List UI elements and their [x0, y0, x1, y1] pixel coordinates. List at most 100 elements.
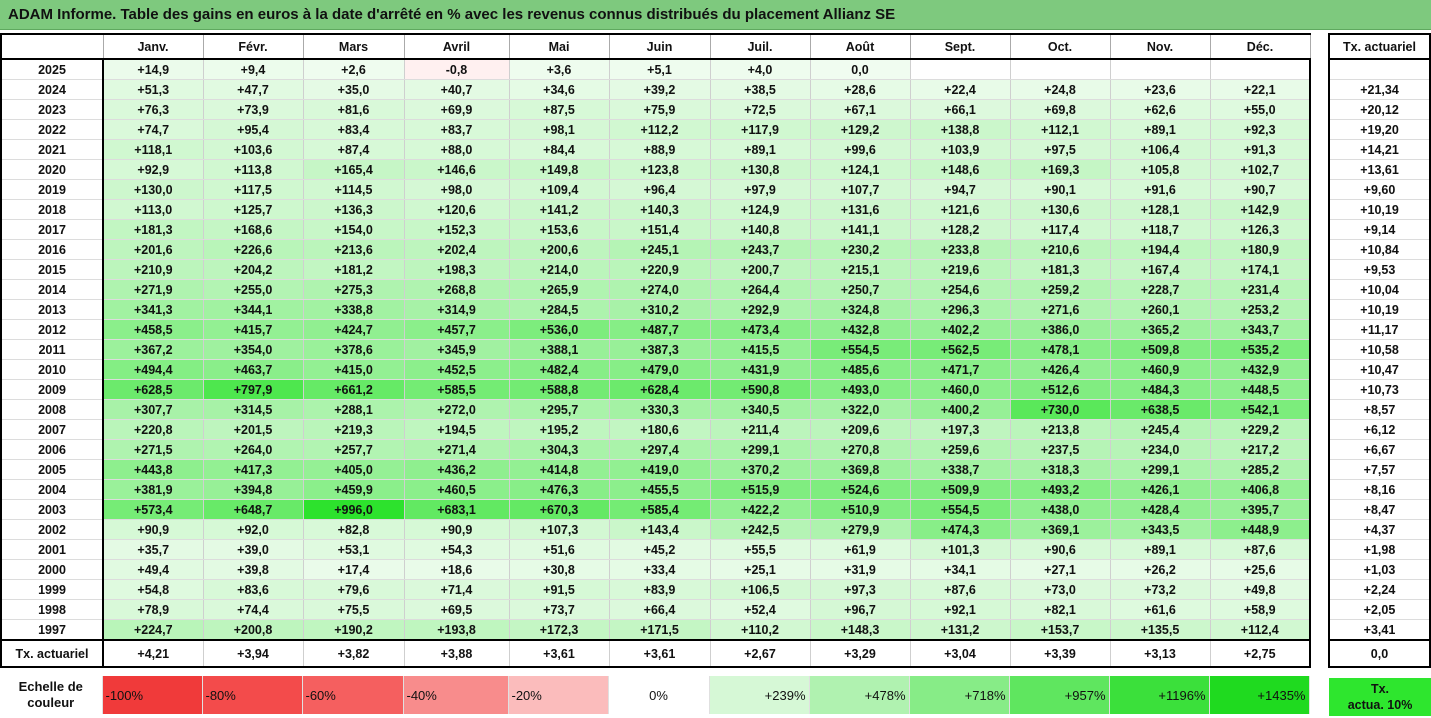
- color-scale-swatch: +957%: [1009, 676, 1110, 714]
- gain-cell: +181,3: [1010, 259, 1111, 280]
- gain-cell: +330,3: [609, 399, 711, 420]
- gain-cell: +322,0: [810, 399, 911, 420]
- gain-cell: +338,8: [303, 299, 405, 320]
- gain-cell: +9,4: [203, 59, 304, 80]
- gain-cell: +98,1: [509, 119, 610, 140]
- footer-rate-cell: +3,39: [1010, 639, 1111, 668]
- gain-cell: +87,5: [509, 99, 610, 120]
- gain-cell: +69,9: [404, 99, 510, 120]
- gain-cell: +562,5: [910, 339, 1011, 360]
- footer-rate-cell: +3,94: [203, 639, 304, 668]
- gain-cell: +34,1: [910, 559, 1011, 580]
- table-row: +10,58: [1328, 339, 1431, 360]
- gain-cell: +417,3: [203, 459, 304, 480]
- actuarial-rate-cell: +14,21: [1328, 139, 1431, 160]
- gain-cell: +53,1: [303, 539, 405, 560]
- month-header: Juin: [609, 34, 711, 60]
- gain-cell: +226,6: [203, 239, 304, 260]
- gain-cell: +180,9: [1210, 239, 1311, 260]
- gain-cell: +228,7: [1110, 279, 1211, 300]
- gain-cell: +38,5: [710, 79, 811, 100]
- gain-cell: +460,0: [910, 379, 1011, 400]
- year-cell: 2011: [0, 339, 104, 360]
- page-title: ADAM Informe. Table des gains en euros à…: [0, 0, 1431, 30]
- header-row: Janv. Févr. Mars Avril Mai Juin Juil. Août Sept.…: [0, 34, 1311, 60]
- gain-cell: +81,6: [303, 99, 405, 120]
- table-row: [1328, 59, 1431, 80]
- table-row: 1998 +78,9 +74,4 +75,5 +69,5 +73,7 +66,4 +52,4 +…: [0, 599, 1311, 620]
- gain-cell: +367,2: [103, 339, 204, 360]
- gain-cell: +169,3: [1010, 159, 1111, 180]
- gain-cell: +271,9: [103, 279, 204, 300]
- gain-cell: +661,2: [303, 379, 405, 400]
- gain-cell: +318,3: [1010, 459, 1111, 480]
- gain-cell: +149,8: [509, 159, 610, 180]
- table-row: +6,67: [1328, 439, 1431, 460]
- gain-cell: +39,8: [203, 559, 304, 580]
- gain-cell: +460,9: [1110, 359, 1211, 380]
- gain-cell: +200,7: [710, 259, 811, 280]
- gain-cell: [1110, 59, 1211, 80]
- color-scale-legend: Echelle de couleur -100% -80% -60% -40% -20% 0%…: [0, 676, 1310, 714]
- year-cell: 1997: [0, 619, 104, 641]
- gain-cell: +304,3: [509, 439, 610, 460]
- gain-cell: +106,4: [1110, 139, 1211, 160]
- year-cell: 2001: [0, 539, 104, 560]
- color-scale-swatch: +1435%: [1209, 676, 1310, 714]
- month-header: Oct.: [1010, 34, 1111, 60]
- actuarial-rate-cell: +2,24: [1328, 579, 1431, 600]
- gain-cell: +275,3: [303, 279, 405, 300]
- gain-cell: +91,3: [1210, 139, 1311, 160]
- table-row: 2001 +35,7 +39,0 +53,1 +54,3 +51,6 +45,2 +55,5 +…: [0, 539, 1311, 560]
- year-cell: 2006: [0, 439, 104, 460]
- gain-cell: +378,6: [303, 339, 405, 360]
- gain-cell: +426,1: [1110, 479, 1211, 500]
- month-header: Janv.: [103, 34, 204, 60]
- gain-cell: +181,2: [303, 259, 405, 280]
- gain-cell: +75,5: [303, 599, 405, 620]
- footer-rate-cell: +3,29: [810, 639, 911, 668]
- table-row: +4,37: [1328, 519, 1431, 540]
- gain-cell: +209,6: [810, 419, 911, 440]
- color-scale-swatch: 0%: [608, 676, 710, 714]
- actuarial-rate-cell: +9,14: [1328, 219, 1431, 240]
- gain-cell: +97,9: [710, 179, 811, 200]
- gain-cell: +168,6: [203, 219, 304, 240]
- footer-rate-cell: +3,04: [910, 639, 1011, 668]
- gain-cell: +26,2: [1110, 559, 1211, 580]
- gain-cell: +76,3: [103, 99, 204, 120]
- gain-cell: +482,4: [509, 359, 610, 380]
- gain-cell: +92,9: [103, 159, 204, 180]
- gain-cell: +49,4: [103, 559, 204, 580]
- color-scale-swatch: +478%: [809, 676, 910, 714]
- gain-cell: +365,2: [1110, 319, 1211, 340]
- gain-cell: +243,7: [710, 239, 811, 260]
- actuarial-rate-cell: +10,04: [1328, 279, 1431, 300]
- gain-cell: +130,6: [1010, 199, 1111, 220]
- year-header-cell: [0, 34, 104, 60]
- month-header: Mars: [303, 34, 405, 60]
- gain-cell: +5,1: [609, 59, 711, 80]
- gain-cell: +181,3: [103, 219, 204, 240]
- color-scale-swatch: +1196%: [1109, 676, 1210, 714]
- gain-cell: +96,7: [810, 599, 911, 620]
- gain-cell: +45,2: [609, 539, 711, 560]
- gain-cell: +167,4: [1110, 259, 1211, 280]
- table-row: +10,19: [1328, 299, 1431, 320]
- table-row: 2024 +51,3 +47,7 +35,0 +40,7 +34,6 +39,2 +38,5 +…: [0, 79, 1311, 100]
- gain-cell: +272,0: [404, 399, 510, 420]
- actuarial-rate-cell: +8,47: [1328, 499, 1431, 520]
- gain-cell: +128,2: [910, 219, 1011, 240]
- year-cell: 2008: [0, 399, 104, 420]
- actuarial-rate-cell: +20,12: [1328, 99, 1431, 120]
- header-row: Tx. actuariel: [1328, 34, 1431, 60]
- gain-cell: +34,6: [509, 79, 610, 100]
- gain-cell: +432,8: [810, 319, 911, 340]
- table-row: +20,12: [1328, 99, 1431, 120]
- gain-cell: +151,4: [609, 219, 711, 240]
- gain-cell: +154,0: [303, 219, 405, 240]
- gain-cell: +210,9: [103, 259, 204, 280]
- gain-cell: +102,7: [1210, 159, 1311, 180]
- gain-cell: +125,7: [203, 199, 304, 220]
- gain-cell: +25,1: [710, 559, 811, 580]
